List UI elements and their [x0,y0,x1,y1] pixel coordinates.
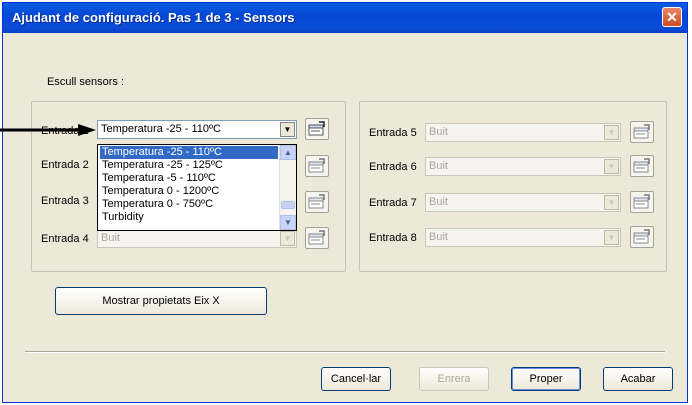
scrollbar-thumb[interactable] [281,201,295,209]
dropdown-option[interactable]: Temperatura -5 - 110ºC [100,172,216,185]
input-7-label: Entrada 7 [369,197,417,209]
input-5-label: Entrada 5 [369,127,417,139]
chevron-down-icon[interactable]: ▼ [604,230,619,245]
input-1-select[interactable]: Temperatura -25 - 110ºC ▼ [97,120,297,139]
chevron-down-icon[interactable]: ▼ [604,159,619,174]
input-1-value: Temperatura -25 - 110ºC [101,123,221,135]
properties-card-icon [633,194,650,209]
title-bar[interactable]: Ajudant de configuració. Pas 1 de 3 - Se… [3,3,687,33]
input-4-properties-button[interactable] [305,227,329,249]
sensor-dropdown-list[interactable]: Temperatura -25 - 110ºC Temperatura -25 … [97,144,297,231]
properties-card-icon [308,158,325,173]
input-6-properties-button[interactable] [630,155,654,177]
footer-separator [25,351,665,353]
next-button[interactable]: Proper [511,367,581,391]
properties-card-icon [633,124,650,139]
pointer-arrow-icon [0,124,96,136]
chevron-down-icon[interactable]: ▼ [604,125,619,140]
input-6-value: Buit [429,160,448,172]
dropdown-option[interactable]: Temperatura -25 - 125ºC [100,159,223,172]
finish-button[interactable]: Acabar [603,367,673,391]
window-title: Ajudant de configuració. Pas 1 de 3 - Se… [12,10,295,25]
input-3-label: Entrada 3 [41,195,89,207]
input-8-label: Entrada 8 [369,232,417,244]
properties-card-icon [308,230,325,245]
back-button[interactable]: Enrera [419,367,489,391]
properties-card-icon [633,229,650,244]
input-8-value: Buit [429,231,448,243]
dropdown-option[interactable]: Temperatura 0 - 1200ºC [100,185,219,198]
dropdown-option[interactable]: Temperatura 0 - 750ºC [100,198,213,211]
chevron-down-icon[interactable]: ▼ [604,195,619,210]
properties-card-icon [633,158,650,173]
input-1-properties-button[interactable] [305,118,329,140]
cancel-button[interactable]: Cancel·lar [321,367,391,391]
scroll-up-icon[interactable]: ▲ [280,145,296,160]
input-7-value: Buit [429,196,448,208]
input-4-value: Buit [101,232,120,244]
wizard-dialog: Ajudant de configuració. Pas 1 de 3 - Se… [2,2,688,403]
input-5-select[interactable]: Buit ▼ [425,123,621,142]
chevron-down-icon[interactable]: ▼ [280,231,295,246]
input-5-value: Buit [429,126,448,138]
section-label: Escull sensors : [47,76,125,88]
input-3-properties-button[interactable] [305,191,329,213]
properties-card-icon [308,194,325,209]
show-x-axis-properties-button[interactable]: Mostrar propietats Eix X [55,287,267,315]
input-4-select[interactable]: Buit ▼ [97,229,297,248]
input-4-label: Entrada 4 [41,233,89,245]
properties-card-icon [308,121,325,136]
input-2-properties-button[interactable] [305,155,329,177]
close-icon[interactable]: ✕ [662,7,682,27]
scroll-down-icon[interactable]: ▼ [280,215,296,230]
input-8-properties-button[interactable] [630,226,654,248]
input-8-select[interactable]: Buit ▼ [425,228,621,247]
dropdown-option[interactable]: Turbidity [100,211,144,224]
dropdown-option[interactable]: Temperatura -25 - 110ºC [100,146,278,159]
input-7-select[interactable]: Buit ▼ [425,193,621,212]
dropdown-scrollbar[interactable]: ▲ ▼ [279,145,296,230]
input-6-select[interactable]: Buit ▼ [425,157,621,176]
input-5-properties-button[interactable] [630,121,654,143]
input-2-label: Entrada 2 [41,159,89,171]
chevron-down-icon[interactable]: ▼ [280,122,295,137]
input-7-properties-button[interactable] [630,191,654,213]
input-6-label: Entrada 6 [369,161,417,173]
